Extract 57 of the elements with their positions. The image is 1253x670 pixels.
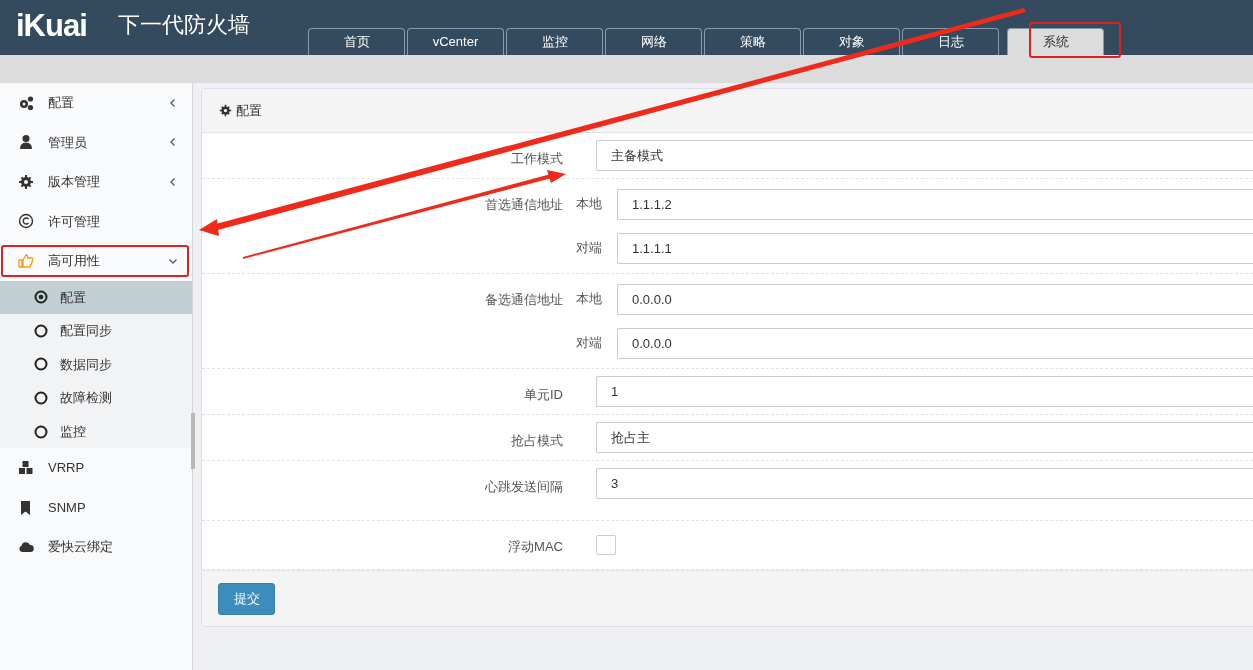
field-label: 对端 — [575, 239, 603, 258]
field-label: 抢占模式 — [511, 433, 563, 448]
gear-icon — [18, 173, 34, 190]
input-field[interactable]: 3 — [596, 468, 1253, 499]
submenu-item[interactable]: 监控 — [0, 414, 192, 449]
panel-title: 配置 — [236, 101, 262, 120]
field-label: 心跳发送间隔 — [485, 479, 563, 494]
circle-icon — [34, 357, 48, 372]
field-label: 浮动MAC — [508, 539, 563, 554]
user-icon — [18, 134, 34, 151]
field-label: 工作模式 — [511, 151, 563, 166]
nav-tab[interactable]: 对象 — [803, 28, 900, 55]
input-field[interactable]: 1.1.1.1 — [617, 232, 1253, 264]
circle-icon — [34, 391, 48, 406]
nav-tab[interactable]: 监控 — [506, 28, 603, 55]
copyright-icon — [18, 213, 34, 230]
sidebar-item[interactable]: SNMP — [0, 487, 192, 528]
checkbox[interactable] — [596, 535, 616, 555]
nav-tab[interactable]: 网络 — [605, 28, 702, 55]
submenu-item[interactable]: 配置 — [0, 280, 192, 315]
field-label: 首选通信地址 — [485, 197, 563, 212]
circle-icon — [34, 323, 48, 338]
submenu-item[interactable]: 数据同步 — [0, 347, 192, 382]
input-field[interactable]: 1 — [596, 376, 1253, 407]
settings-icon — [219, 104, 232, 117]
input-field[interactable]: 抢占主 — [596, 422, 1253, 453]
field-label: 备选通信地址 — [485, 292, 563, 307]
input-field[interactable]: 1.1.1.2 — [617, 188, 1253, 220]
submenu-item[interactable]: 故障检测 — [0, 381, 192, 415]
sidebar-item[interactable]: 管理员 — [0, 122, 192, 162]
circle-icon — [34, 424, 48, 439]
sidebar-item[interactable]: 爱快云绑定 — [0, 527, 192, 567]
scrollbar-thumb[interactable] — [191, 413, 195, 469]
gears-icon — [18, 94, 34, 111]
cubes-icon — [18, 460, 34, 477]
submenu-item[interactable]: 配置同步 — [0, 314, 192, 348]
sidebar-item[interactable]: 配置 — [0, 83, 192, 123]
logo: iKuai — [16, 7, 87, 45]
input-field[interactable]: 0.0.0.0 — [617, 283, 1253, 315]
nav-tab[interactable]: 首页 — [308, 28, 405, 55]
field-label: 本地 — [575, 195, 603, 214]
submit-button[interactable]: 提交 — [218, 582, 275, 615]
sidebar-item[interactable]: 许可管理 — [0, 201, 192, 241]
nav-tab[interactable]: vCenter — [407, 28, 504, 55]
input-field[interactable]: 0.0.0.0 — [617, 327, 1253, 359]
pointing-hand-icon — [18, 252, 34, 269]
sidebar-item[interactable]: VRRP — [0, 448, 192, 488]
field-label: 本地 — [575, 290, 603, 309]
input-field[interactable]: 主备模式 — [596, 140, 1253, 171]
nav-tab[interactable]: 系统 — [1007, 28, 1104, 55]
radio-dot-icon — [34, 290, 48, 305]
sidebar-item[interactable]: 版本管理 — [0, 162, 192, 202]
nav-tab[interactable]: 策略 — [704, 28, 801, 55]
field-label: 对端 — [575, 334, 603, 353]
field-label: 单元ID — [524, 387, 563, 402]
app-title: 下一代防火墙 — [118, 11, 250, 39]
sidebar-item[interactable]: 高可用性 — [0, 241, 192, 281]
